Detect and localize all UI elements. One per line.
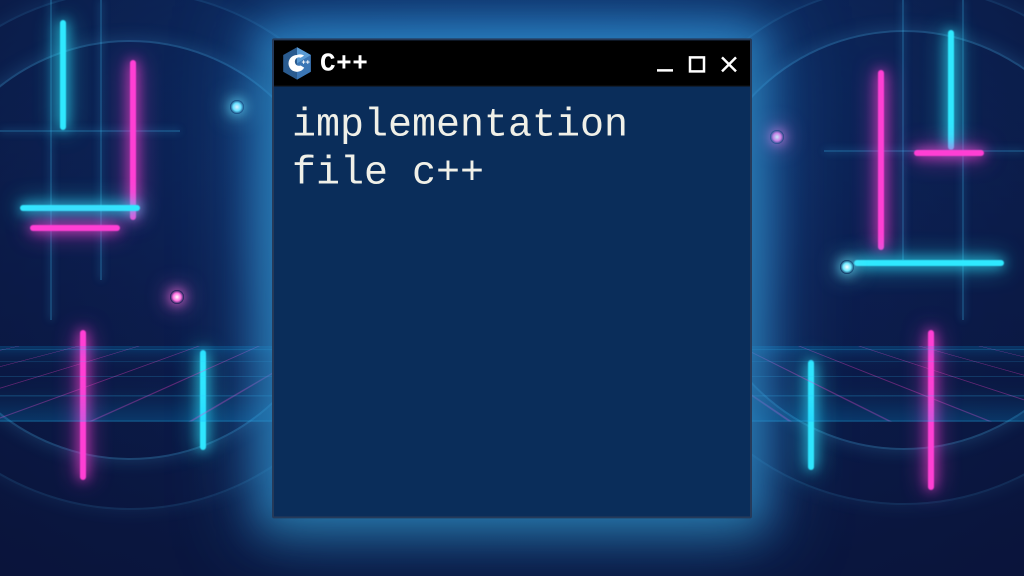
- maximize-button[interactable]: [686, 52, 708, 74]
- terminal-content: implementation file c++: [274, 86, 750, 214]
- window-title: C++: [320, 48, 368, 78]
- terminal-window: C++ implementation file c++: [272, 38, 752, 518]
- cpp-logo-icon: [282, 46, 312, 80]
- minimize-button[interactable]: [654, 52, 676, 74]
- window-controls: [654, 52, 740, 74]
- titlebar[interactable]: C++: [274, 40, 750, 86]
- close-button[interactable]: [718, 52, 740, 74]
